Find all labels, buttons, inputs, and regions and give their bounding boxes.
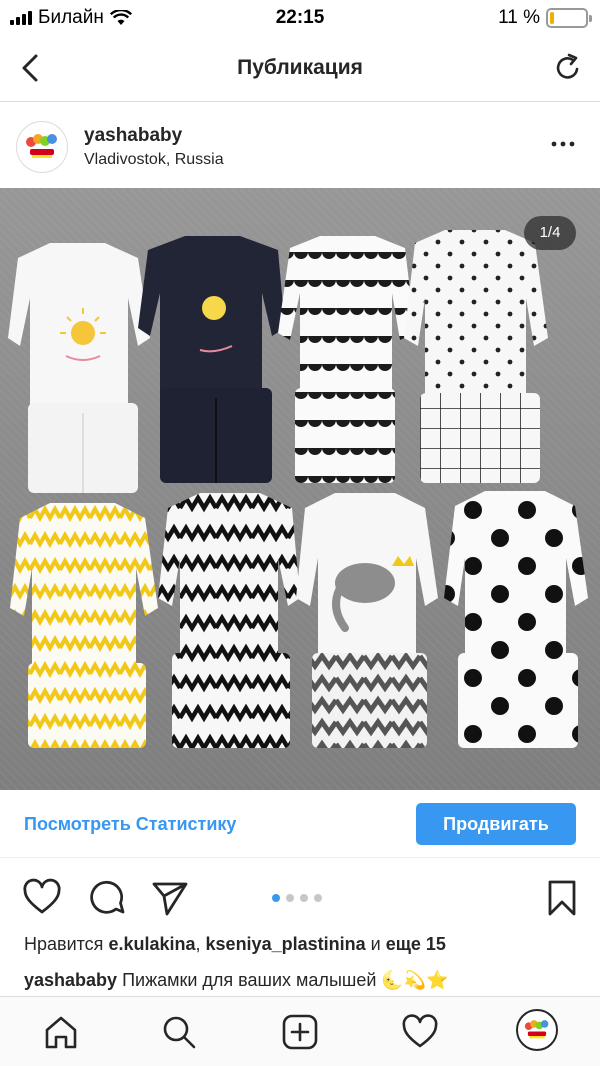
likes-and: и <box>370 934 381 954</box>
image-counter-badge: 1/4 <box>524 216 576 250</box>
comment-icon[interactable] <box>86 878 126 918</box>
status-right: 11 % <box>498 7 592 29</box>
page-title: Публикация <box>237 56 363 79</box>
heart-icon[interactable] <box>22 878 62 918</box>
pajama-white-elephant <box>296 493 438 748</box>
carousel-dot <box>286 894 294 902</box>
home-icon[interactable] <box>42 1013 80 1051</box>
send-icon[interactable] <box>150 878 190 918</box>
add-post-icon[interactable] <box>281 1013 319 1051</box>
view-insights-link[interactable]: Посмотреть Статистику <box>24 814 236 835</box>
promote-button[interactable]: Продвигать <box>416 803 576 845</box>
liker-username[interactable]: kseniya_plastinina <box>206 934 366 954</box>
carousel-indicator <box>272 894 322 902</box>
battery-icon <box>546 8 592 28</box>
battery-level <box>550 12 554 24</box>
pajama-white-sun <box>8 243 150 493</box>
post-location[interactable]: Vladivostok, Russia <box>84 151 224 169</box>
activity-heart-icon[interactable] <box>401 1013 439 1051</box>
avatar[interactable] <box>16 121 68 173</box>
brand-logo-icon <box>524 1020 549 1039</box>
liker-username[interactable]: e.kulakina <box>108 934 195 954</box>
pajama-black-mountains <box>158 493 300 748</box>
carousel-dot <box>300 894 308 902</box>
pajama-white-dots <box>404 230 548 483</box>
caption-text: Пижамки для ваших малышей <box>122 970 377 990</box>
brand-logo-icon <box>26 134 57 158</box>
battery-percent: 11 % <box>498 7 540 28</box>
ellipsis-icon[interactable] <box>548 135 578 153</box>
tab-bar <box>0 996 600 1066</box>
carousel-dot <box>314 894 322 902</box>
profile-avatar[interactable] <box>516 1009 558 1051</box>
likes-line: Нравится e.kulakina, kseniya_plastinina … <box>24 934 446 955</box>
bookmark-icon[interactable] <box>542 878 582 918</box>
likes-prefix: Нравится <box>24 934 104 954</box>
post-header: yashababy Vladivostok, Russia <box>0 103 600 187</box>
likes-more-count[interactable]: еще 15 <box>386 934 446 954</box>
carousel-dot <box>272 894 280 902</box>
pajama-white-bigdots <box>444 491 588 748</box>
post-username[interactable]: yashababy <box>84 125 182 147</box>
pajama-black-waves <box>278 236 415 483</box>
search-icon[interactable] <box>160 1013 198 1051</box>
promo-row: Посмотреть Статистику Продвигать <box>0 790 600 858</box>
refresh-icon[interactable] <box>550 50 586 86</box>
pajama-navy-moon <box>138 236 285 483</box>
post-caption: yashababy Пижамки для ваших малышей 🌜💫⭐ <box>24 970 449 991</box>
nav-header: Публикация <box>0 36 600 102</box>
post-actions <box>0 868 600 928</box>
pajama-yellow-zigzag <box>10 503 158 748</box>
likes-separator: , <box>195 934 201 954</box>
status-bar: Билайн 22:15 11 % <box>0 0 600 36</box>
post-image[interactable]: 1/4 <box>0 188 600 790</box>
caption-username[interactable]: yashababy <box>24 970 117 990</box>
pajama-sets-illustration <box>8 230 588 748</box>
caption-emoji: 🌜💫⭐ <box>381 970 449 990</box>
